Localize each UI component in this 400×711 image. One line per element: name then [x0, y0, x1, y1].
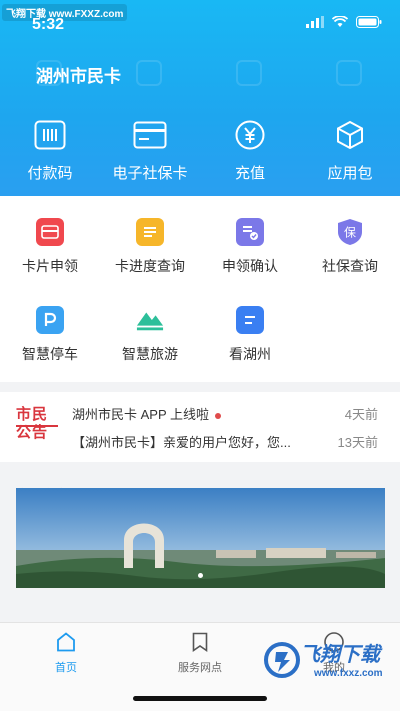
social-security-query-button[interactable]: 保 社保查询	[300, 218, 400, 276]
social-security-query-label: 社保查询	[322, 258, 378, 274]
card-apply-button[interactable]: 卡片申领	[0, 218, 100, 276]
box-icon	[333, 118, 367, 152]
banner-carousel[interactable]	[16, 488, 385, 588]
wifi-icon	[332, 16, 348, 27]
recharge-button[interactable]: 充值	[200, 118, 300, 183]
status-time: 5:32	[32, 16, 65, 33]
view-huzhou-label: 看湖州	[229, 346, 271, 362]
tab-home-label: 首页	[55, 662, 77, 674]
tab-service-outlets-label: 服务网点	[178, 662, 222, 674]
smart-tourism-label: 智慧旅游	[122, 346, 178, 362]
confirm-icon	[236, 218, 264, 246]
view-huzhou-button[interactable]: 看湖州	[200, 306, 300, 364]
app-package-button[interactable]: 应用包	[300, 118, 400, 183]
mountain-icon	[136, 306, 164, 334]
status-icons	[306, 16, 382, 28]
e-social-card-label: 电子社保卡	[112, 165, 188, 182]
card-icon	[133, 118, 167, 152]
barcode-icon	[33, 118, 67, 152]
yen-icon	[233, 118, 267, 152]
apply-confirm-label: 申领确认	[222, 258, 278, 274]
service-grid-row-2: 智慧停车 智慧旅游 看湖州	[0, 306, 400, 364]
smart-tourism-button[interactable]: 智慧旅游	[100, 306, 200, 364]
announcement-item[interactable]: 【湖州市民卡】亲爱的用户您好，您... 13天前	[72, 432, 378, 451]
app-title: 湖州市民卡	[36, 67, 121, 86]
carousel-indicators	[16, 573, 385, 578]
e-social-card-button[interactable]: 电子社保卡	[100, 118, 200, 183]
home-icon	[57, 632, 75, 652]
download-site-logo: 飞翔下载 www.fxxz.com	[262, 630, 392, 700]
announcement-title: 湖州市民卡 APP 上线啦	[72, 407, 210, 422]
signal-icon	[306, 16, 324, 28]
download-site-url: www.fxxz.com	[314, 668, 383, 679]
card-progress-label: 卡进度查询	[115, 258, 185, 274]
card-apply-icon	[36, 218, 64, 246]
home-indicator	[133, 696, 267, 701]
announcement-logo-text: 市民公告	[16, 406, 49, 441]
shield-icon: 保	[336, 218, 364, 246]
battery-icon	[356, 16, 382, 28]
card-progress-button[interactable]: 卡进度查询	[100, 218, 200, 276]
bookmark-icon	[192, 632, 208, 653]
header-actions: 付款码 电子社保卡 充值 应用包	[0, 118, 400, 183]
download-site-name: 飞翔下载	[300, 644, 380, 666]
tab-service-outlets[interactable]: 服务网点	[160, 631, 240, 675]
announcement-title: 【湖州市民卡】亲爱的用户您好，您...	[72, 435, 291, 450]
smart-parking-label: 智慧停车	[22, 346, 78, 362]
service-grid: 卡片申领 卡进度查询 申领确认 保 社保查询 智慧停车 智慧旅游 看湖州	[0, 196, 400, 382]
progress-icon	[136, 218, 164, 246]
service-grid-row-1: 卡片申领 卡进度查询 申领确认 保 社保查询	[0, 218, 400, 276]
carousel-dot[interactable]	[198, 573, 203, 578]
app-package-label: 应用包	[327, 165, 373, 182]
unread-dot	[215, 412, 222, 419]
announcement-logo: 市民公告	[16, 406, 58, 446]
logo-mark-icon	[264, 642, 300, 678]
announcement-time: 4天前	[344, 407, 378, 422]
smart-parking-button[interactable]: 智慧停车	[0, 306, 100, 364]
payment-code-label: 付款码	[27, 165, 73, 182]
apply-confirm-button[interactable]: 申领确认	[200, 218, 300, 276]
payment-code-button[interactable]: 付款码	[0, 118, 100, 183]
news-icon	[236, 306, 264, 334]
logo-divider	[16, 425, 58, 427]
tab-home[interactable]: 首页	[26, 631, 106, 675]
announcement-card[interactable]: 市民公告 湖州市民卡 APP 上线啦 4天前 【湖州市民卡】亲爱的用户您好，您.…	[0, 392, 400, 462]
site-watermark: 飞翔下载 www.FXXZ.com	[2, 4, 128, 21]
parking-icon	[36, 306, 64, 334]
card-apply-label: 卡片申领	[22, 258, 78, 274]
announcement-time: 13天前	[337, 435, 378, 450]
svg-text:保: 保	[344, 226, 356, 240]
announcement-item[interactable]: 湖州市民卡 APP 上线啦 4天前	[72, 404, 378, 423]
recharge-label: 充值	[234, 165, 265, 182]
